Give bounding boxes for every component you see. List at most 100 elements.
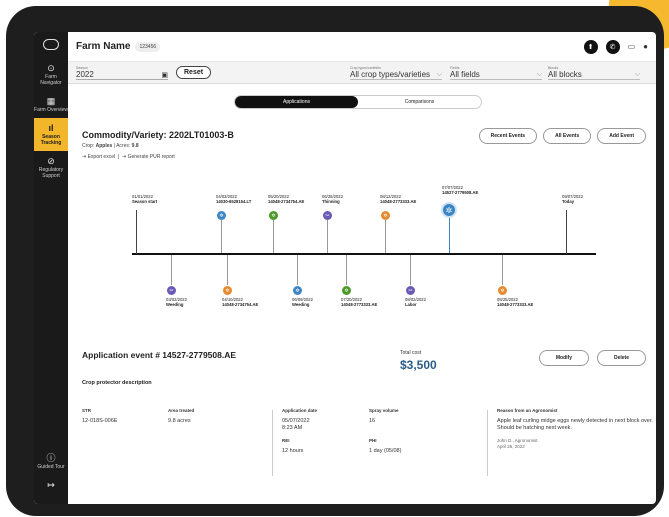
calendar-icon: ▣	[161, 71, 168, 79]
farm-name[interactable]: Farm Name	[76, 41, 130, 52]
timeline-event[interactable]: 04/03/2022 14030-6528154.LT	[216, 194, 251, 204]
reset-button[interactable]: Reset	[176, 66, 212, 79]
export-icon: ⇥	[82, 154, 87, 160]
chevron-down-icon: ⌵	[536, 70, 542, 78]
timeline-stem	[566, 210, 567, 254]
crop-filter: Crop types/varieties All crop types/vari…	[350, 66, 442, 80]
add-event-button[interactable]: Add Event	[597, 128, 646, 144]
acres-label: | Acres:	[112, 143, 132, 149]
recent-events-button[interactable]: Recent Events	[478, 128, 538, 144]
area-label: Area treated	[168, 408, 195, 413]
chevron-down-icon: ⌵	[634, 70, 640, 78]
sidebar-item-farm-navigator[interactable]: ⊙ Farm Navigator	[34, 58, 68, 91]
tool-icon[interactable]: ✂	[323, 211, 332, 220]
event-name: Labor	[405, 302, 417, 307]
timeline-event[interactable]: 07/20/2022 14048-2773333.AE	[341, 297, 377, 307]
event-name: Weeding	[166, 302, 184, 307]
timeline-event[interactable]: 04/10/2022 14048-2734754.AE	[222, 297, 258, 307]
total-cost-value: $3,500	[400, 358, 437, 372]
tool-icon[interactable]: ✂	[406, 286, 415, 295]
fields-select[interactable]: All fields ⌵	[450, 70, 542, 80]
sidebar-item-logout[interactable]: ↦	[34, 475, 68, 496]
delete-button[interactable]: Delete	[596, 350, 646, 366]
event-name: Today	[562, 199, 575, 204]
reason-author: John D., Agronomist	[497, 438, 538, 443]
timeline-stem-selected	[449, 216, 450, 253]
app-screen: ⊙ Farm Navigator ▦ Farm Overview ıl Seas…	[34, 32, 656, 504]
phone-icon[interactable]: ✆	[605, 39, 620, 54]
season-filter: Season 2022 ▣	[76, 66, 168, 80]
column-divider	[272, 410, 273, 476]
event-name: 14048-2734754.AE	[268, 199, 305, 204]
sidebar-item-regulatory-support[interactable]: ⊘ Regulatory Support	[34, 151, 68, 184]
timeline-event[interactable]: 06/09/2022 Weeding	[292, 297, 313, 307]
sidebar-item-season-tracking[interactable]: ıl Season Tracking	[34, 118, 68, 151]
timeline-event-selected[interactable]: 07/07/2022 14527-2779508.AE	[442, 185, 478, 195]
str-value: 12-018S-006E	[82, 418, 118, 424]
application-icon[interactable]: ✲	[498, 286, 507, 295]
filter-bar: Season 2022 ▣ Reset Crop types/varieties…	[68, 62, 656, 84]
timeline-event[interactable]: 08/25/2022 14048-2773333.AE	[497, 297, 533, 307]
user-icon[interactable]: ●	[643, 42, 648, 51]
timeline-event[interactable]: 08/12/2022 14048-2773333.AE	[380, 194, 416, 204]
top-bar: Farm Name 123456 ⬆ ✆ ▭ ●	[68, 32, 656, 62]
tool-icon[interactable]: ✂	[167, 286, 176, 295]
logo-icon	[43, 39, 59, 50]
timeline-stem	[346, 255, 347, 285]
sidebar-item-label: Season Tracking	[40, 134, 62, 146]
application-detail: Application event # 14527-2779508.AE Tot…	[82, 350, 653, 476]
compass-icon: ⊙	[47, 63, 55, 73]
timeline-event[interactable]: 03/02/2022 Weeding	[166, 297, 187, 307]
event-buttons: Recent Events All Events Add Event	[478, 128, 646, 144]
tab-applications[interactable]: Applications	[235, 96, 358, 108]
bar-chart-icon: ıl	[48, 123, 54, 133]
upload-icon[interactable]: ⬆	[583, 39, 598, 54]
sidebar-item-label: Farm Navigator	[40, 74, 62, 86]
reason-label: Reason from an Agronomist	[497, 408, 558, 413]
main-content: Farm Name 123456 ⬆ ✆ ▭ ● Season 2022 ▣ R…	[68, 32, 656, 504]
timeline-event[interactable]: 01/01/2022 Season start	[132, 194, 157, 204]
timeline-stem	[227, 255, 228, 285]
tab-comparisons[interactable]: Comparisons	[358, 96, 481, 108]
generate-pur-link[interactable]: Generate PUR report	[128, 154, 175, 160]
all-events-button[interactable]: All Events	[543, 128, 592, 144]
event-name: 14048-2773333.AE	[497, 302, 534, 307]
crop-label: Crop:	[82, 143, 96, 149]
total-cost-label: Total cost	[400, 350, 422, 356]
fields-filter: Fields All fields ⌵	[450, 66, 542, 80]
sidebar-item-guided-tour[interactable]: ⓘ Guided Tour	[34, 448, 68, 475]
spray-volume-label: Spray volume	[369, 408, 399, 413]
application-icon[interactable]: ✲	[381, 211, 390, 220]
modify-button[interactable]: Modify	[538, 350, 589, 366]
application-icon[interactable]: ✲	[293, 286, 302, 295]
commodity-header: Commodity/Variety: 2202LT01003-B Crop: A…	[82, 130, 234, 160]
farm-id-badge: 123456	[135, 41, 161, 52]
application-date-value: 05/07/2022	[282, 418, 310, 424]
application-icon[interactable]: ✲	[342, 286, 351, 295]
timeline-stem	[410, 255, 411, 285]
sidebar-item-farm-overview[interactable]: ▦ Farm Overview	[34, 91, 68, 118]
application-icon[interactable]: ✲	[223, 286, 232, 295]
timeline-event[interactable]: 05/20/2022 14048-2734754.AE	[268, 194, 304, 204]
crop-value: All crop types/varieties	[350, 70, 431, 79]
reason-text: Apple leaf curling midge eggs newly dete…	[497, 418, 653, 431]
timeline-event[interactable]: 06/25/2022 Thinning	[322, 194, 343, 204]
application-icon[interactable]: ✲	[217, 211, 226, 220]
event-name: 14048-2773333.AE	[341, 302, 378, 307]
commodity-title: Commodity/Variety: 2202LT01003-B	[82, 130, 234, 140]
commodity-subtitle: Crop: Apples | Acres: 9.8	[82, 143, 234, 149]
view-toggle: Applications Comparisons	[234, 95, 482, 109]
timeline-event[interactable]: 09/07/2022 Today	[562, 194, 583, 204]
season-select[interactable]: 2022 ▣	[76, 70, 168, 80]
chat-icon[interactable]: ▭	[628, 42, 636, 51]
application-icon[interactable]: ✲	[269, 211, 278, 220]
timeline-event[interactable]: 08/02/2022 Labor	[405, 297, 426, 307]
export-icon: ⇥	[121, 154, 127, 160]
reason-date: April 25, 2022	[497, 444, 525, 449]
blocks-select[interactable]: All blocks ⌵	[548, 70, 640, 80]
event-name: Weeding	[292, 302, 310, 307]
crop-select[interactable]: All crop types/varieties ⌵	[350, 70, 442, 80]
export-excel-link[interactable]: Export excel	[88, 154, 116, 160]
application-icon-selected[interactable]: ✲	[441, 202, 457, 218]
event-name: Season start	[132, 199, 158, 204]
